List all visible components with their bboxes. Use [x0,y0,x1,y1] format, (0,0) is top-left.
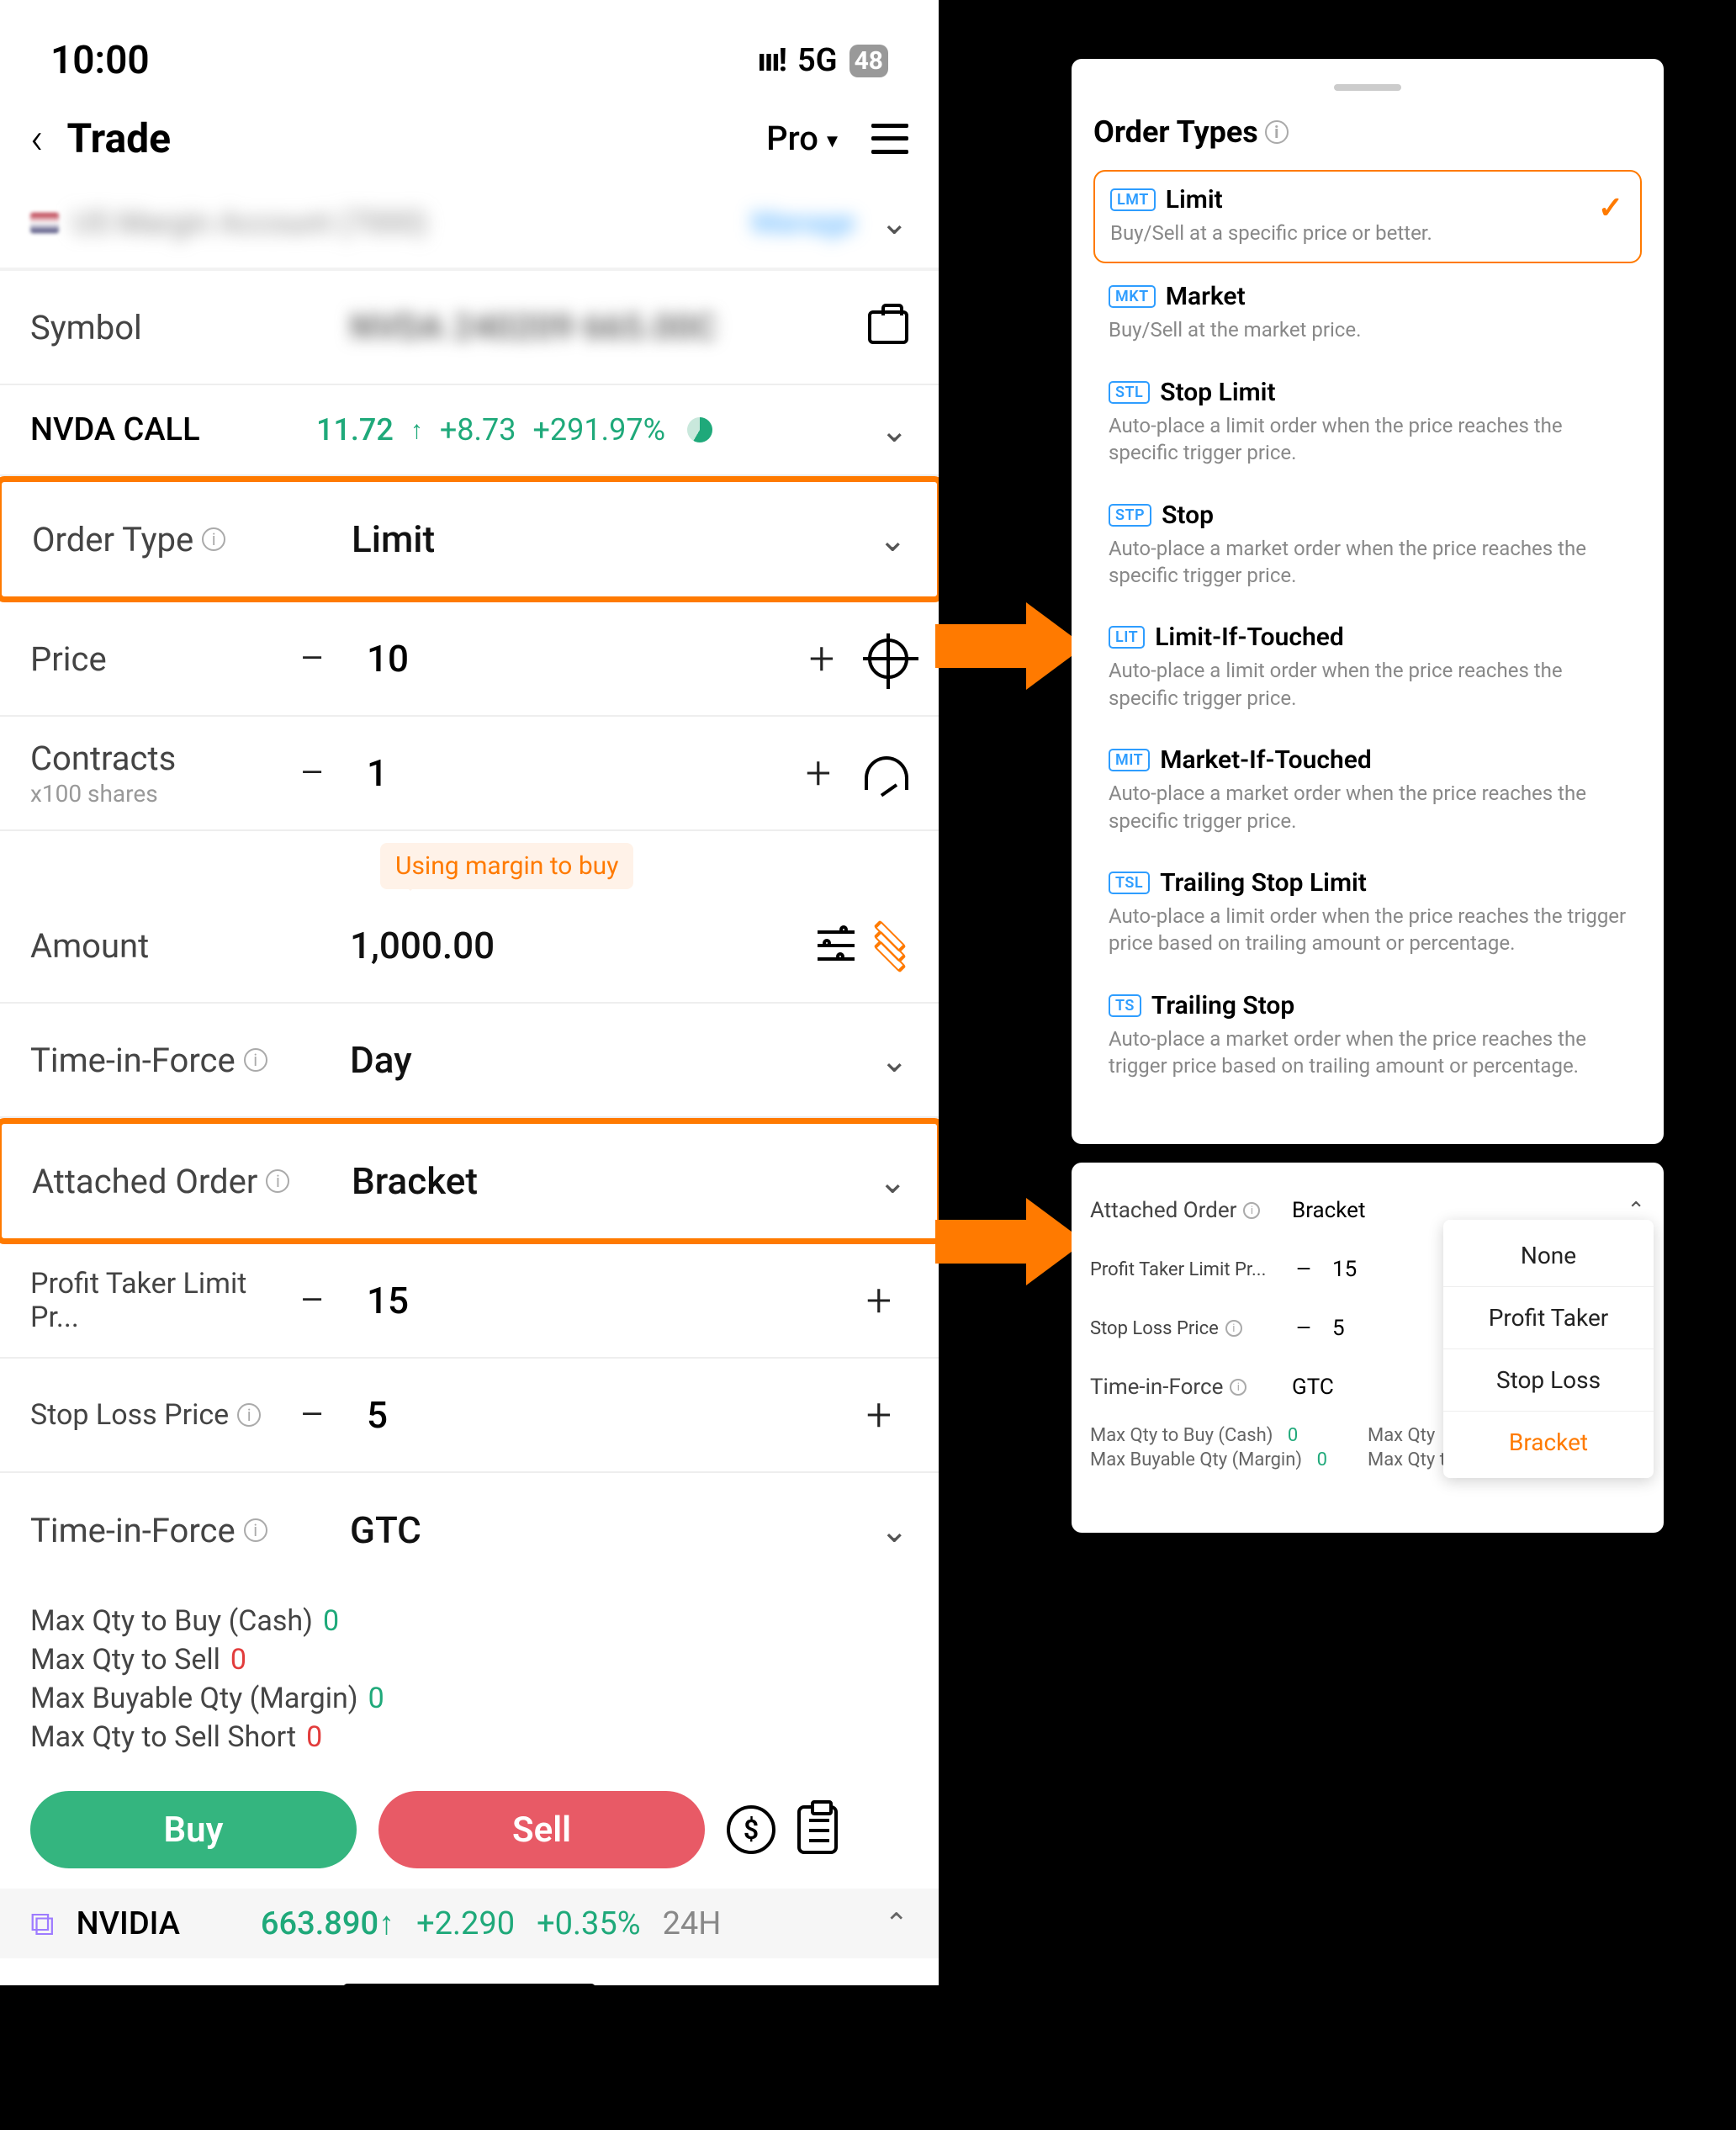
minus-button[interactable]: − [1283,1252,1324,1287]
info-icon: i [237,1403,261,1427]
sheet-title: Order Types i [1093,114,1642,150]
mode-toggle[interactable]: Pro ▾ [766,119,838,158]
chevron-down-icon: ⌄ [880,411,908,450]
page-title: Trade [67,114,767,162]
order-type-option[interactable]: LMTLimitBuy/Sell at a specific price or … [1093,170,1642,263]
info-icon: i [244,1518,267,1542]
profit-taker-input[interactable]: 15 [341,1279,849,1322]
status-bar: 10:00 ııı! 5G 48 [0,0,939,93]
home-indicator [343,1984,595,1985]
arrow-up-icon: ↑ [410,416,423,445]
price-row: Price − 10 + [0,602,939,717]
order-type-option[interactable]: TSTrailing StopAuto-place a market order… [1093,978,1642,1095]
chevron-down-icon: ⌄ [880,203,908,242]
attached-menu-item[interactable]: Profit Taker [1443,1286,1654,1348]
order-type-option[interactable]: MITMarket-If-TouchedAuto-place a market … [1093,732,1642,850]
minus-button[interactable]: − [283,633,341,686]
order-type-option[interactable]: TSLTrailing Stop LimitAuto-place a limit… [1093,855,1642,972]
chain-icon: ⧉ [30,1904,55,1943]
back-button[interactable]: ‹ [30,113,44,164]
symbol-value[interactable]: NVDA 240209 665.00C [350,307,853,348]
plus-button[interactable]: + [849,1274,908,1327]
order-type-option[interactable]: LITLimit-If-TouchedAuto-place a limit or… [1093,609,1642,727]
price-input[interactable]: 10 [341,637,792,681]
sliders-icon[interactable] [818,930,855,961]
signal-icon: ııı! [758,42,786,79]
buy-button[interactable]: Buy [30,1791,357,1868]
stop-loss-row: Stop Loss Price i − 5 + [0,1359,939,1473]
chevron-down-icon: ⌄ [878,520,907,559]
contracts-input[interactable]: 1 [341,751,789,795]
minus-button[interactable]: − [283,1389,341,1442]
info-icon: i [1265,120,1289,144]
plus-button[interactable]: + [792,633,851,686]
attached-menu-item[interactable]: Stop Loss [1443,1348,1654,1411]
plus-button[interactable]: + [849,1389,908,1442]
amount-row: Amount 1,000.00 [0,889,939,1004]
plus-button[interactable]: + [789,747,848,800]
minus-button[interactable]: − [283,1274,341,1327]
clock: 10:00 [50,38,150,83]
annotation-arrow [935,1198,1085,1285]
notes-icon[interactable] [797,1805,838,1854]
ticker-bar[interactable]: ⧉ NVIDIA 663.890↑ +2.290 +0.35% 24H ⌃ [0,1889,939,1958]
account-selector[interactable]: US Margin Account (7000) Manage ⌄ [0,184,939,271]
menu-icon[interactable] [871,124,908,154]
tif-row[interactable]: Time-in-Force i Day ⌄ [0,1004,939,1118]
order-type-option[interactable]: STPStopAuto-place a market order when th… [1093,487,1642,605]
info-icon: i [1230,1379,1246,1396]
max-qty-block: Max Qty to Buy (Cash)0 Max Qty to Sell0 … [0,1587,939,1779]
symbol-row: Symbol NVDA 240209 665.00C [0,271,939,385]
briefcase-icon[interactable] [868,310,908,344]
info-icon: i [1225,1320,1242,1337]
chevron-down-icon: ⌄ [878,1162,907,1201]
quote-row[interactable]: NVDA CALL 11.72 ↑ +8.73 +291.97% ⌄ [0,385,939,476]
target-icon[interactable] [868,638,908,679]
attached-menu-item[interactable]: None [1443,1225,1654,1286]
profit-taker-row: Profit Taker Limit Pr... − 15 + [0,1244,939,1359]
attached-menu-item[interactable]: Bracket [1443,1411,1654,1473]
clock-icon [687,417,712,442]
order-type-row[interactable]: Order Type i Limit ⌄ [2,482,937,596]
contracts-row: Contracts x100 shares − 1 + [0,717,939,831]
info-icon: i [244,1048,267,1072]
tif2-row[interactable]: Time-in-Force i GTC ⌄ [0,1473,939,1587]
chevron-down-icon: ⌄ [880,1511,908,1550]
sell-button[interactable]: Sell [378,1791,705,1868]
check-icon: ✓ [1598,190,1623,225]
info-icon: i [202,527,225,551]
swap-currency-icon[interactable]: $ [727,1805,775,1854]
attached-order-row[interactable]: Attached Order i Bracket ⌄ [2,1124,937,1238]
info-icon: i [266,1169,289,1193]
gauge-icon[interactable] [865,756,908,790]
attached-order-menu: NoneProfit TakerStop LossBracket [1443,1220,1654,1478]
annotation-arrow [935,602,1085,690]
sheet-handle[interactable] [1334,84,1401,91]
battery-icon: 48 [849,45,888,77]
minus-button[interactable]: − [1283,1311,1324,1346]
network-label: 5G [797,42,838,79]
chevron-up-icon: ⌃ [885,1907,909,1941]
order-type-option[interactable]: STLStop LimitAuto-place a limit order wh… [1093,364,1642,482]
flag-icon [30,213,59,233]
order-type-option[interactable]: MKTMarketBuy/Sell at the market price. [1093,268,1642,358]
minus-button[interactable]: − [283,747,341,800]
layers-icon[interactable] [871,927,908,964]
margin-chip: Using margin to buy [380,843,633,889]
order-types-sheet: Order Types i LMTLimitBuy/Sell at a spec… [1072,59,1664,1144]
chevron-down-icon: ⌄ [880,1041,908,1080]
stop-loss-input[interactable]: 5 [341,1393,849,1437]
attached-order-panel: Attached Order i Bracket ⌃ Profit Taker … [1072,1163,1664,1533]
info-icon: i [1243,1202,1260,1219]
